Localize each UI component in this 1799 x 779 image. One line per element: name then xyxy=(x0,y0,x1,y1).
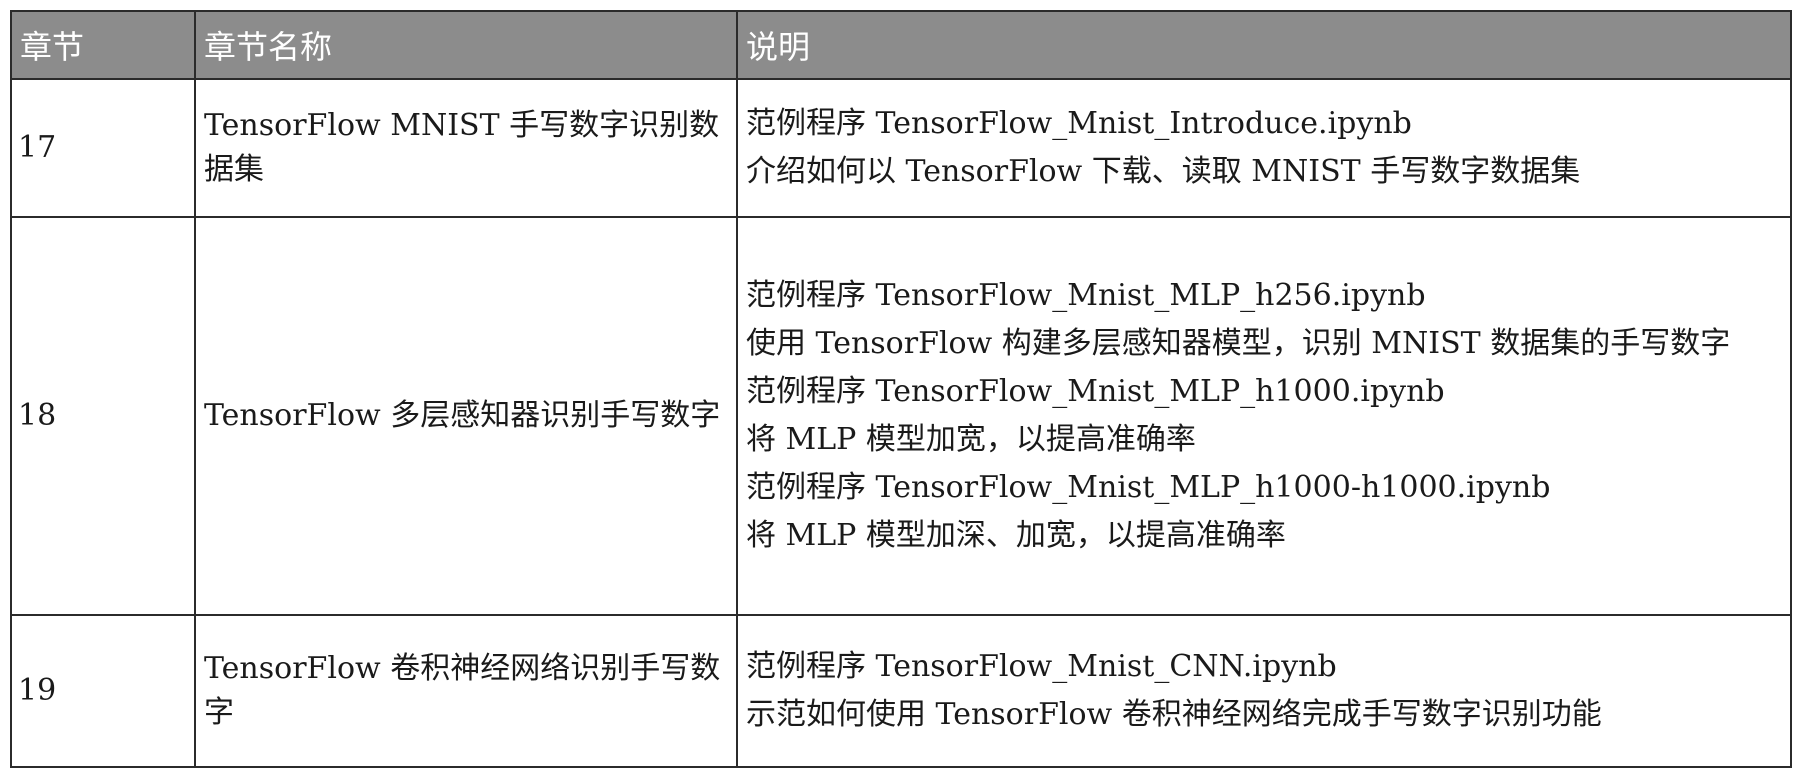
description-line: 范例程序 TensorFlow_Mnist_MLP_h1000.ipynb xyxy=(746,374,1445,409)
table-row: 19 TensorFlow 卷积神经网络识别手写数字 范例程序 TensorFl… xyxy=(10,614,1792,768)
chapter-description: 范例程序 TensorFlow_Mnist_Introduce.ipynb 介绍… xyxy=(736,78,1792,218)
table-row: 18 TensorFlow 多层感知器识别手写数字 范例程序 TensorFlo… xyxy=(10,216,1792,616)
chapter-number: 18 xyxy=(10,216,196,616)
description-line: 范例程序 TensorFlow_Mnist_MLP_h256.ipynb xyxy=(746,278,1426,313)
chapter-name: TensorFlow MNIST 手写数字识别数据集 xyxy=(194,78,738,218)
header-row: 章节 章节名称 说明 xyxy=(10,10,1792,80)
header-chapter: 章节 xyxy=(10,10,196,80)
description-line: 范例程序 TensorFlow_Mnist_MLP_h1000-h1000.ip… xyxy=(746,470,1551,505)
chapters-table: 章节 章节名称 说明 17 TensorFlow MNIST 手写数字识别数据集… xyxy=(10,10,1792,768)
description-line: 介绍如何以 TensorFlow 下载、读取 MNIST 手写数字数据集 xyxy=(746,154,1581,189)
description-line: 范例程序 TensorFlow_Mnist_CNN.ipynb xyxy=(746,649,1337,684)
header-chapter-name: 章节名称 xyxy=(194,10,738,80)
chapter-description: 范例程序 TensorFlow_Mnist_CNN.ipynb 示范如何使用 T… xyxy=(736,614,1792,768)
chapter-number: 17 xyxy=(10,78,196,218)
header-description: 说明 xyxy=(736,10,1792,80)
description-line: 将 MLP 模型加深、加宽，以提高准确率 xyxy=(746,518,1286,553)
chapter-name: TensorFlow 卷积神经网络识别手写数字 xyxy=(194,614,738,768)
description-line: 示范如何使用 TensorFlow 卷积神经网络完成手写数字识别功能 xyxy=(746,697,1602,732)
table-row: 17 TensorFlow MNIST 手写数字识别数据集 范例程序 Tenso… xyxy=(10,78,1792,218)
description-line: 使用 TensorFlow 构建多层感知器模型，识别 MNIST 数据集的手写数… xyxy=(746,326,1731,361)
description-line: 范例程序 TensorFlow_Mnist_Introduce.ipynb xyxy=(746,106,1412,141)
description-line: 将 MLP 模型加宽，以提高准确率 xyxy=(746,422,1196,457)
chapter-description: 范例程序 TensorFlow_Mnist_MLP_h256.ipynb 使用 … xyxy=(736,216,1792,616)
chapter-number: 19 xyxy=(10,614,196,768)
chapter-name: TensorFlow 多层感知器识别手写数字 xyxy=(194,216,738,616)
